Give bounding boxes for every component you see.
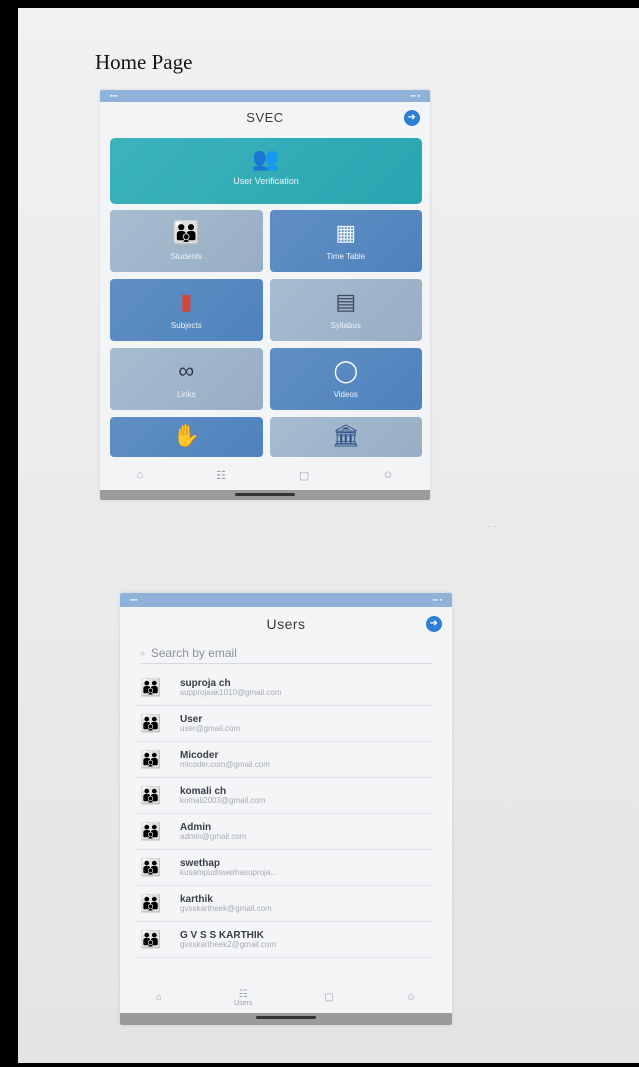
avatar-icon: 👪 <box>140 893 162 913</box>
avatar-icon: 👪 <box>140 713 162 733</box>
user-email: kusampudiswethasuproja... <box>180 867 277 877</box>
tile-syllabus[interactable]: ▤ Syllabus <box>269 279 422 341</box>
profile-nav-icon[interactable]: ☺ <box>406 993 416 1003</box>
profile-nav-icon[interactable]: ☺ <box>382 469 393 481</box>
home-screen-screenshot: ▪▪▪ ▪▪ ▪ SVEC ➜ 👥 User Verification 👪 Stu… <box>100 90 430 500</box>
avatar-icon: 👪 <box>140 785 162 805</box>
user-name: komali ch <box>180 785 227 797</box>
home-indicator <box>120 1013 452 1025</box>
library-nav-icon[interactable]: ▢ <box>299 469 309 482</box>
avatar-icon: 👪 <box>140 857 162 877</box>
tile-subjects[interactable]: ▮ Subjects <box>110 279 263 341</box>
tile-institution[interactable]: 🏛 <box>269 417 422 457</box>
users-nav-item[interactable]: ☷ Users <box>234 989 253 1007</box>
user-email: user@gmail.com <box>180 723 241 733</box>
list-item[interactable]: 👪 komali ch komali2003@gmail.com <box>134 778 434 814</box>
document-icon: ▤ <box>335 289 357 314</box>
tile-label: Links <box>176 390 196 399</box>
home-nav-icon[interactable]: ⌂ <box>136 469 143 481</box>
app-header: SVEC ➜ <box>100 102 430 134</box>
tile-label: Videos <box>333 390 358 399</box>
users-screen-screenshot: ▪▪▪ ▪▪ ▪ Users ➜ ○ Search by email 👪 supr… <box>120 593 452 1025</box>
library-nav-icon[interactable]: ▢ <box>324 993 333 1003</box>
tile-partners[interactable]: ✋ <box>110 417 263 457</box>
status-bar: ▪▪▪ ▪▪ ▪ <box>120 593 452 607</box>
screen-title: Users <box>266 616 306 632</box>
tile-videos[interactable]: ◯ Videos <box>269 348 422 410</box>
page-title: Home Page <box>95 50 193 74</box>
bottom-nav: ⌂ ☷ ▢ ☺ <box>100 462 430 488</box>
tile-label: Time Table <box>326 252 366 261</box>
user-email: gvsskartheek@gmail.com <box>180 903 272 913</box>
user-list: 👪 suproja ch supprojaak1010@gmail.com 👪 U… <box>120 670 452 958</box>
list-item[interactable]: 👪 suproja ch supprojaak1010@gmail.com <box>134 670 434 706</box>
list-item[interactable]: 👪 Admin admin@gmail.com <box>134 814 434 850</box>
search-input[interactable]: ○ Search by email <box>140 643 432 664</box>
book-icon: ▮ <box>180 289 193 314</box>
tile-label: Syllabus <box>330 321 361 330</box>
user-name: User <box>180 713 203 725</box>
logout-icon[interactable]: ➜ <box>404 110 420 126</box>
banner-label: User Verification <box>233 176 299 186</box>
app-header: Users ➜ <box>120 607 452 641</box>
avatar-icon: 👪 <box>140 821 162 841</box>
user-verification-card[interactable]: 👥 User Verification <box>110 138 422 204</box>
user-email: admin@gmail.com <box>180 831 247 841</box>
search-placeholder: Search by email <box>150 646 237 660</box>
handshake-icon: ✋ <box>172 423 200 448</box>
user-name: suproja ch <box>180 677 231 689</box>
avatar-icon: 👪 <box>140 749 162 769</box>
list-item[interactable]: 👪 Micoder micoder.com@gmail.com <box>134 742 434 778</box>
feature-grid: 👪 Students ▦ Time Table ▮ Subjects ▤ Syl… <box>110 210 422 457</box>
home-indicator <box>100 490 430 500</box>
user-email: komali2003@gmail.com <box>180 795 266 805</box>
user-email: micoder.com@gmail.com <box>180 759 270 769</box>
page-number: · · <box>488 521 497 531</box>
tile-label: Subjects <box>170 321 202 330</box>
user-name: karthik <box>180 893 213 905</box>
search-icon: ○ <box>140 648 145 658</box>
user-name: Micoder <box>180 749 219 761</box>
bottom-nav: ⌂ ☷ Users ▢ ☺ <box>120 985 452 1011</box>
logout-icon[interactable]: ➜ <box>426 616 442 632</box>
list-item[interactable]: 👪 swethap kusampudiswethasuproja... <box>134 850 434 886</box>
list-item[interactable]: 👪 User user@gmail.com <box>134 706 434 742</box>
bank-icon: 🏛 <box>331 423 360 448</box>
avatar-icon: 👪 <box>140 929 162 949</box>
user-name: swethap <box>180 857 221 869</box>
users-nav-label: Users <box>234 999 253 1007</box>
tile-students[interactable]: 👪 Students <box>110 210 263 272</box>
app-title: SVEC <box>246 110 284 125</box>
link-icon: ∞ <box>178 358 195 383</box>
avatar-icon: 👪 <box>140 677 162 697</box>
home-nav-icon[interactable]: ⌂ <box>156 993 162 1003</box>
list-item[interactable]: 👪 G V S S KARTHIK gvsskartheek2@gmail.com <box>134 922 434 958</box>
calendar-icon: ▦ <box>335 220 357 245</box>
users-icon: 👥 <box>252 146 280 171</box>
document-page: Home Page ▪▪▪ ▪▪ ▪ SVEC ➜ 👥 User Verifica… <box>18 8 639 1063</box>
users-nav-icon[interactable]: ☷ <box>216 469 226 482</box>
tile-time-table[interactable]: ▦ Time Table <box>269 210 422 272</box>
people-icon: 👪 <box>172 220 200 245</box>
list-item[interactable]: 👪 karthik gvsskartheek@gmail.com <box>134 886 434 922</box>
user-name: G V S S KARTHIK <box>180 929 264 941</box>
user-email: supprojaak1010@gmail.com <box>180 687 282 697</box>
status-bar: ▪▪▪ ▪▪ ▪ <box>100 90 430 102</box>
user-name: Admin <box>180 821 212 833</box>
tile-label: Students <box>170 252 203 261</box>
user-email: gvsskartheek2@gmail.com <box>180 939 277 949</box>
chat-icon: ◯ <box>333 358 359 383</box>
tile-links[interactable]: ∞ Links <box>110 348 263 410</box>
